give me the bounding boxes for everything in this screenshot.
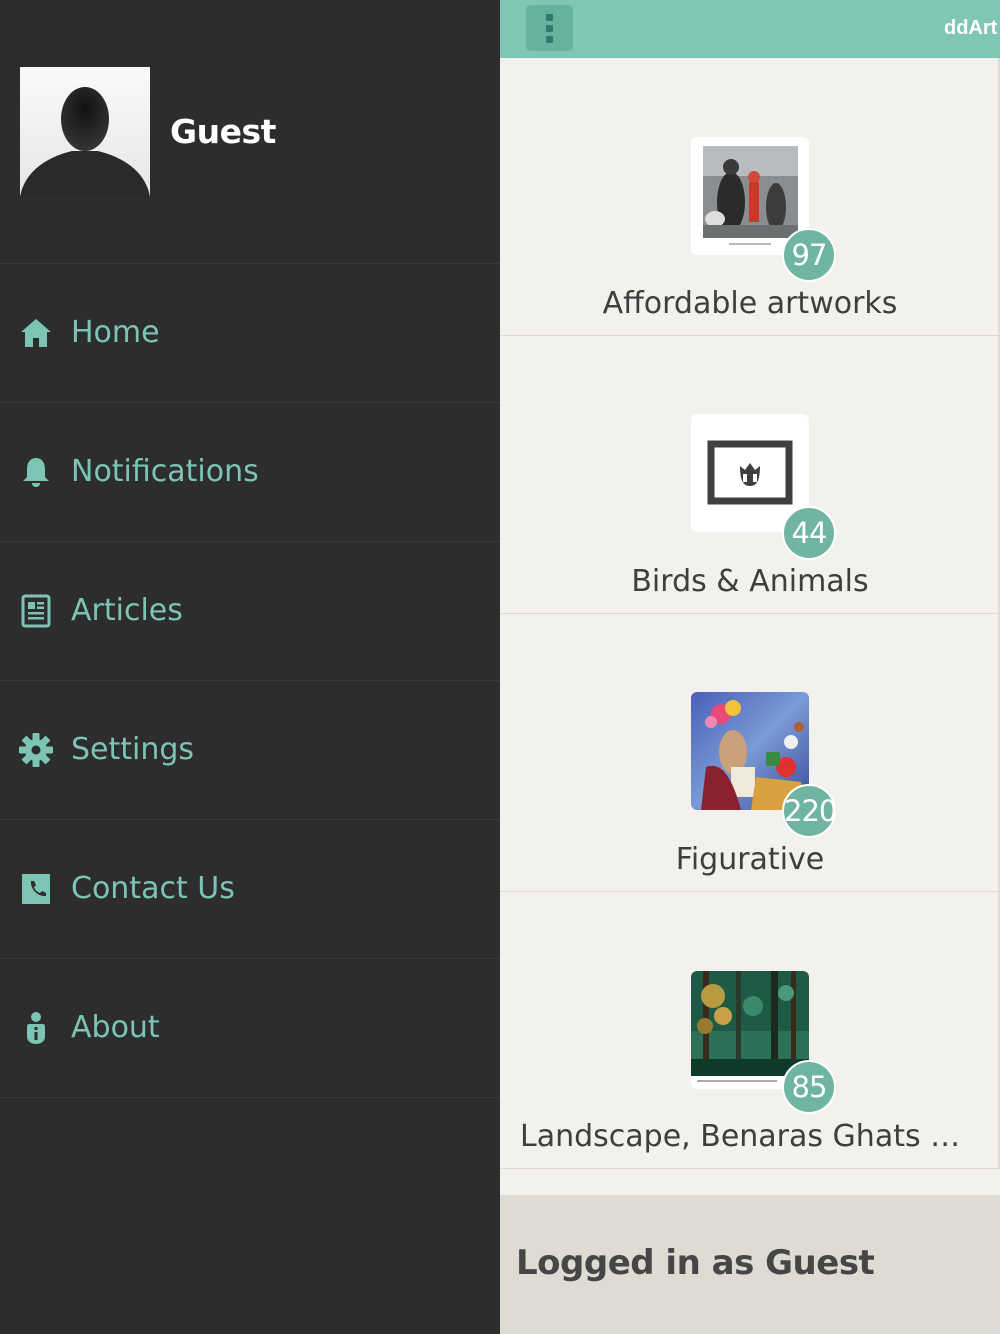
nav-item-home[interactable]: Home	[0, 264, 500, 403]
artwork-count-badge: 44	[782, 506, 836, 560]
nav-item-label: Home	[71, 314, 160, 350]
bell-icon	[23, 458, 49, 487]
info-person-icon	[27, 1012, 45, 1044]
dot-icon	[546, 36, 553, 43]
category-name: Figurative	[675, 842, 825, 877]
category-name: Affordable artworks	[602, 286, 898, 321]
nav-item-contact-us[interactable]: Contact Us	[0, 820, 500, 959]
main-content: ddArt 97 Affordable artworks 44 Birds & …	[500, 0, 1000, 1334]
artwork-count-badge: 85	[782, 1060, 836, 1114]
article-icon	[21, 594, 51, 628]
nav-item-about[interactable]: About	[0, 959, 500, 1098]
navigation-drawer: Guest Home Notifications Articles Settin…	[0, 0, 500, 1334]
artwork-count-badge: 97	[782, 228, 836, 282]
nav-item-articles[interactable]: Articles	[0, 542, 500, 681]
home-icon	[21, 319, 51, 347]
nav-item-label: Settings	[71, 731, 195, 767]
phone-book-icon	[22, 874, 50, 904]
category-name: Landscape, Benaras Ghats & Cit…	[520, 1119, 1000, 1154]
avatar-silhouette-icon	[20, 67, 150, 197]
category-card[interactable]: 97 Affordable artworks	[500, 58, 1000, 336]
category-card[interactable]: 44 Birds & Animals	[500, 336, 1000, 614]
login-status-text: Logged in as Guest	[516, 1243, 875, 1283]
dot-icon	[546, 14, 553, 21]
category-card[interactable]: 220 Figurative	[500, 614, 1000, 892]
app-title: ddArt	[944, 17, 998, 39]
nav-item-settings[interactable]: Settings	[0, 681, 500, 820]
user-name: Guest	[170, 112, 276, 151]
toolbar: ddArt	[500, 0, 1000, 58]
login-status-bar: Logged in as Guest	[500, 1195, 1000, 1334]
avatar[interactable]	[20, 67, 150, 197]
nav-item-notifications[interactable]: Notifications	[0, 403, 500, 542]
dot-icon	[546, 25, 553, 32]
category-name: Birds & Animals	[631, 564, 869, 599]
gear-icon	[19, 733, 53, 767]
category-card[interactable]: 85 Landscape, Benaras Ghats & Cit…	[500, 891, 1000, 1169]
artwork-count-badge: 220	[782, 784, 837, 838]
nav-item-label: Contact Us	[71, 870, 235, 906]
nav-item-label: About	[71, 1009, 160, 1045]
nav-item-label: Articles	[71, 592, 183, 628]
nav-item-label: Notifications	[71, 453, 259, 489]
drawer-header: Guest	[0, 0, 500, 264]
overflow-menu-button[interactable]	[526, 5, 573, 51]
